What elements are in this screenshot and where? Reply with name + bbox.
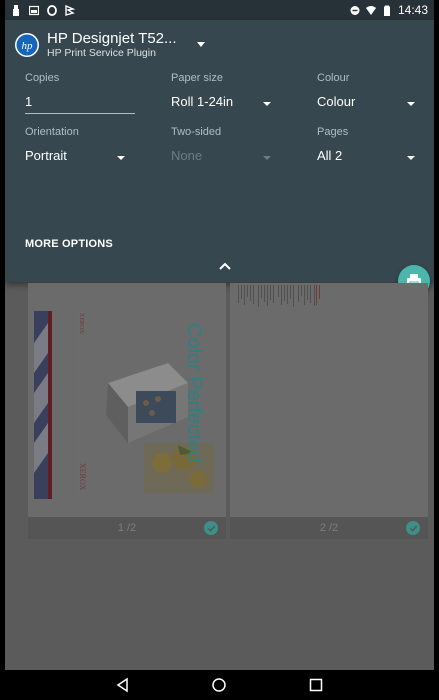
wifi-icon [365, 5, 376, 15]
clock: 14:43 [397, 3, 428, 17]
paper-size-value: Roll 1-24in [171, 94, 234, 109]
chevron-up-icon[interactable] [219, 262, 231, 270]
pages-label: Pages [317, 126, 349, 138]
hp-logo-icon: hp [15, 33, 39, 57]
battery-icon [383, 5, 390, 16]
copies-input[interactable] [25, 94, 135, 114]
orientation-label: Orientation [25, 126, 79, 138]
copies-label: Copies [25, 72, 60, 84]
flag-icon [65, 4, 75, 16]
page-footer-2: 2 /2 [230, 517, 428, 539]
home-icon[interactable] [211, 677, 227, 693]
orientation-dropdown[interactable]: Orientation Portrait [25, 126, 125, 163]
check-icon[interactable] [204, 521, 218, 535]
chevron-down-icon [407, 156, 415, 160]
printer-subtitle: HP Print Service Plugin [47, 47, 156, 59]
two-sided-label: Two-sided [171, 126, 222, 138]
page1-number: 1 /2 [117, 522, 137, 534]
notification-icon [13, 4, 19, 16]
back-icon[interactable] [115, 677, 131, 693]
colour-dropdown[interactable]: Colour Colour [317, 72, 415, 109]
page1-brand-bottom: XEROX [78, 463, 87, 491]
page-footer-1: 1 /2 [28, 517, 226, 539]
pages-value: All 2 [317, 148, 343, 163]
navigation-bar [5, 670, 434, 700]
colour-label: Colour [317, 72, 350, 84]
page-thumbnail: Color Perfected XEROX XEROX [28, 283, 226, 517]
paper-size-dropdown[interactable]: Paper size Roll 1-24in [171, 72, 271, 109]
pages-dropdown[interactable]: Pages All 2 [317, 126, 415, 163]
image-icon [29, 5, 39, 15]
check-icon[interactable] [406, 521, 420, 535]
two-sided-dropdown: Two-sided None [171, 126, 271, 163]
do-not-disturb-icon [350, 5, 360, 15]
chevron-down-icon [263, 156, 271, 160]
chevron-down-icon [263, 102, 271, 106]
page-preview-2[interactable] [230, 283, 428, 517]
print-options-panel: hp HP Designjet T52... HP Print Service … [5, 20, 434, 282]
page1-brand-top: XEROX [78, 313, 84, 334]
copies-value-wrap [25, 94, 137, 114]
colour-value: Colour [317, 94, 356, 109]
orientation-value: Portrait [25, 148, 67, 163]
recents-icon[interactable] [308, 677, 324, 693]
chevron-down-icon [117, 156, 125, 160]
page-preview-1[interactable]: Color Perfected XEROX XEROX [28, 283, 226, 517]
paper-size-label: Paper size [171, 72, 223, 84]
status-bar: 14:43 [5, 0, 434, 20]
two-sided-value: None [171, 148, 203, 163]
page1-tagline: Color Perfected [183, 323, 205, 462]
more-options-button[interactable]: MORE OPTIONS [25, 238, 113, 250]
page2-number: 2 /2 [319, 522, 339, 534]
copies-field: Copies [25, 72, 137, 114]
print-dialog-screen: 14:43 hp HP Designjet T52... HP Print Se… [5, 0, 434, 700]
chevron-down-icon [196, 41, 205, 47]
page-thumbnail [230, 283, 428, 517]
opera-icon [47, 4, 57, 16]
chevron-down-icon [407, 102, 415, 106]
printer-selector[interactable]: hp HP Designjet T52... HP Print Service … [15, 28, 205, 62]
printer-name: HP Designjet T52... [47, 30, 177, 47]
svg-text:hp: hp [22, 40, 34, 52]
